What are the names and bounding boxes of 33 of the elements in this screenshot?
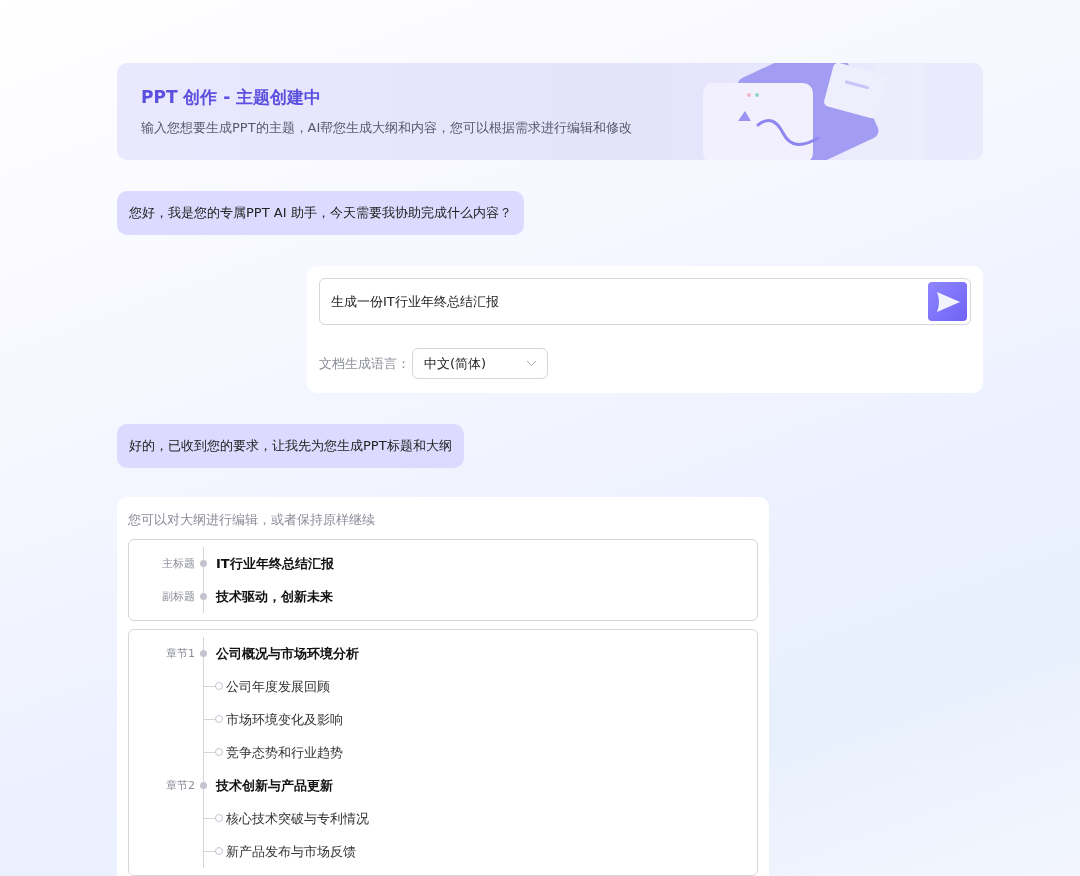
outline-hint: 您可以对大纲进行编辑，或者保持原样继续	[128, 511, 376, 529]
node-ring-icon	[215, 748, 223, 756]
node-ring-icon	[215, 847, 223, 855]
language-select[interactable]: 中文(简体)	[412, 348, 548, 379]
title-text[interactable]: IT行业年终总结汇报	[216, 554, 334, 573]
play-icon	[934, 290, 961, 313]
chapter-title[interactable]: 技术创新与产品更新	[216, 776, 333, 795]
language-label: 文档生成语言：	[319, 354, 410, 373]
page-title: PPT 创作 - 主题创建中	[141, 86, 323, 109]
section-item[interactable]: 新产品发布与市场反馈	[216, 842, 356, 861]
title-label: 副标题	[162, 589, 196, 604]
page-subtitle: 输入您想要生成PPT的主题，AI帮您生成大纲和内容，您可以根据需求进行编辑和修改	[141, 119, 634, 137]
node-dot-icon	[200, 593, 207, 600]
section-item[interactable]: 市场环境变化及影响	[216, 710, 343, 729]
chapter-label: 章节1	[166, 646, 196, 661]
chapter-title[interactable]: 公司概况与市场环境分析	[216, 644, 359, 663]
node-dot-icon	[200, 560, 207, 567]
title-text[interactable]: 技术驱动，创新未来	[216, 587, 333, 606]
assistant-message: 您好，我是您的专属PPT AI 助手，今天需要我协助完成什么内容？	[117, 191, 524, 235]
section-item[interactable]: 竞争态势和行业趋势	[216, 743, 343, 762]
topic-input-field[interactable]: 生成一份IT行业年终总结汇报	[319, 278, 971, 325]
send-button[interactable]	[928, 282, 967, 321]
node-ring-icon	[215, 682, 223, 690]
node-ring-icon	[215, 814, 223, 822]
node-ring-icon	[215, 715, 223, 723]
node-dot-icon	[200, 782, 207, 789]
chapter-label: 章节2	[166, 778, 196, 793]
section-item[interactable]: 公司年度发展回顾	[216, 677, 330, 696]
assistant-message: 好的，已收到您的要求，让我先为您生成PPT标题和大纲	[117, 424, 464, 468]
node-dot-icon	[200, 650, 207, 657]
section-item[interactable]: 核心技术突破与专利情况	[216, 809, 369, 828]
chevron-down-icon	[526, 360, 537, 367]
title-label: 主标题	[162, 556, 196, 571]
